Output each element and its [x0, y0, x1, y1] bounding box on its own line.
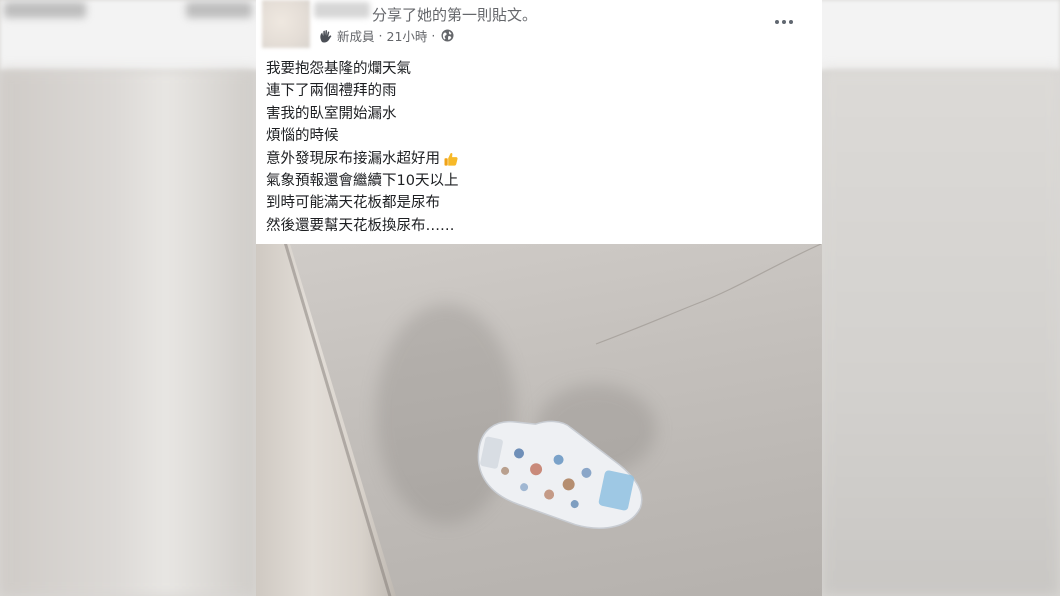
blurred-text: [4, 2, 86, 18]
post-line: 意外發現尿布接漏水超好用: [266, 150, 440, 167]
post-meta: 新成員 · 21小時 ·: [318, 26, 454, 45]
post-line: 然後還要幫天花板換尿布……: [266, 217, 455, 234]
globe-icon[interactable]: [441, 29, 454, 42]
post-body-text: 我要抱怨基隆的爛天氣 連下了兩個禮拜的雨 害我的臥室開始漏水 煩惱的時候 意外發…: [266, 58, 459, 237]
blurred-right-panel: [822, 70, 1060, 596]
post-photo[interactable]: [256, 244, 822, 596]
more-options-icon[interactable]: [770, 12, 798, 32]
post-line: 害我的臥室開始漏水: [266, 105, 397, 122]
blurred-left-panel: [0, 70, 256, 596]
facebook-post-card: 分享了她的第一則貼文。 新成員 · 21小時 · 我要抱怨基隆的爛天氣 連下了兩…: [256, 0, 822, 596]
post-line: 氣象預報還會繼續下10天以上: [266, 173, 459, 190]
new-member-wave-icon: [318, 28, 334, 44]
post-line: 我要抱怨基隆的爛天氣: [266, 61, 411, 77]
avatar[interactable]: [262, 0, 310, 48]
post-header: 分享了她的第一則貼文。 新成員 · 21小時 ·: [256, 0, 822, 52]
separator-dot: ·: [431, 28, 436, 43]
post-line-with-emoji: 意外發現尿布接漏水超好用: [266, 148, 459, 170]
post-line: 到時可能滿天花板都是尿布: [266, 195, 440, 212]
post-line: 連下了兩個禮拜的雨: [266, 83, 397, 100]
separator-dot: ·: [378, 28, 383, 43]
timestamp[interactable]: 21小時: [387, 26, 428, 45]
post-line: 煩惱的時候: [266, 128, 339, 145]
ceiling-crack: [595, 244, 822, 345]
blurred-author-name[interactable]: [314, 2, 370, 18]
blurred-text: [186, 2, 252, 18]
shared-first-post-text: 分享了她的第一則貼文。: [372, 6, 538, 24]
new-member-badge-label[interactable]: 新成員: [337, 26, 375, 45]
thumbs-up-emoji: [443, 151, 459, 167]
